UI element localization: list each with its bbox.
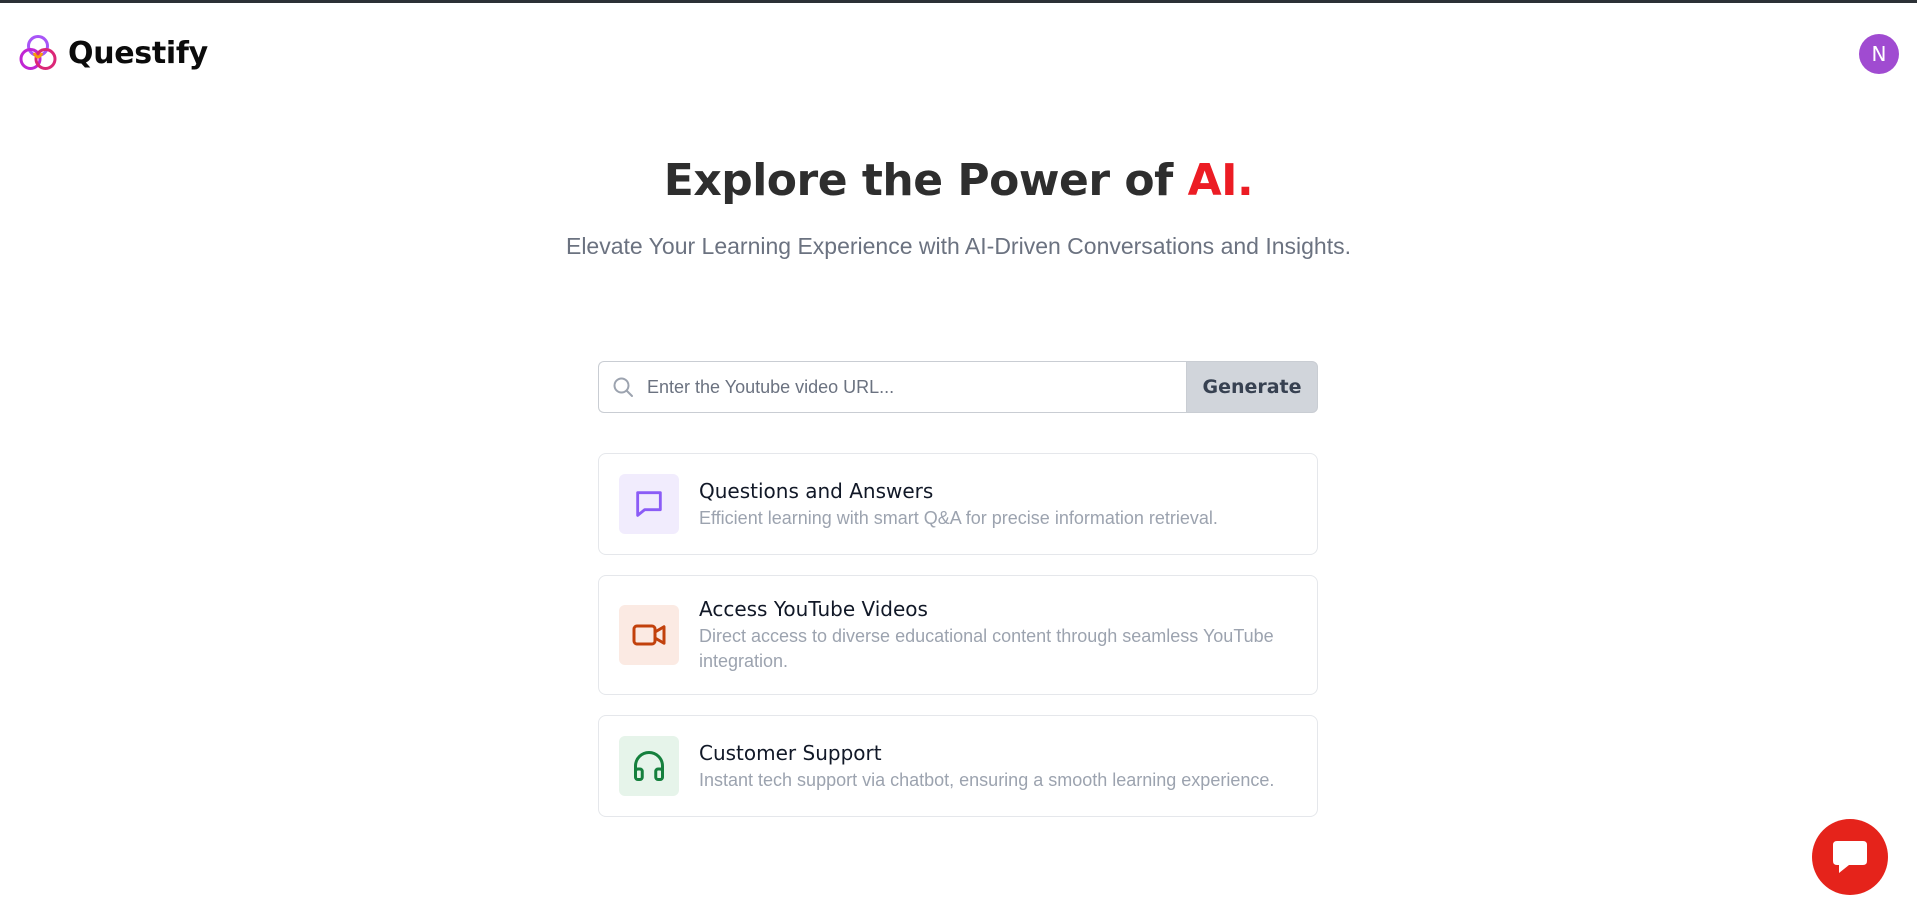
- chat-widget-button[interactable]: [1812, 819, 1888, 895]
- video-url-input[interactable]: [647, 367, 1186, 407]
- navbar: Questify N: [0, 3, 1917, 103]
- headphones-icon: [619, 736, 679, 796]
- feature-list: Questions and Answers Efficient learning…: [598, 453, 1318, 817]
- generate-button[interactable]: Generate: [1186, 361, 1318, 413]
- search-box: [598, 361, 1186, 413]
- feature-text: Customer Support Instant tech support vi…: [699, 740, 1297, 793]
- hero-title-prefix: Explore the Power of: [663, 155, 1188, 206]
- hero-title-accent: AI.: [1187, 155, 1254, 206]
- feature-card-questions-answers: Questions and Answers Efficient learning…: [598, 453, 1318, 555]
- feature-description: Efficient learning with smart Q&A for pr…: [699, 507, 1218, 528]
- feature-card-customer-support: Customer Support Instant tech support vi…: [598, 715, 1318, 817]
- chat-icon: [1833, 841, 1867, 873]
- brand-link[interactable]: Questify: [18, 33, 208, 73]
- feature-title: Access YouTube Videos: [699, 597, 928, 621]
- chat-bubble-icon: [619, 474, 679, 534]
- url-search-form: Generate: [598, 361, 1318, 413]
- feature-text: Access YouTube Videos Direct access to d…: [699, 596, 1297, 674]
- interlocking-rings-logo: [19, 35, 57, 70]
- user-avatar[interactable]: N: [1859, 34, 1899, 74]
- page: Questify N Explore the Power of AI. Elev…: [0, 0, 1917, 912]
- hero-subtitle: Elevate Your Learning Experience with AI…: [565, 233, 1351, 259]
- video-camera-icon: [619, 605, 679, 665]
- feature-description: Direct access to diverse educational con…: [699, 626, 1274, 671]
- brand-name: Questify: [68, 35, 208, 71]
- feature-title: Questions and Answers: [699, 478, 934, 503]
- search-icon: [611, 375, 635, 399]
- feature-text: Questions and Answers Efficient learning…: [699, 478, 1297, 531]
- feature-title: Customer Support: [699, 740, 882, 765]
- feature-card-youtube-videos: Access YouTube Videos Direct access to d…: [598, 575, 1318, 695]
- avatar-initial: N: [1871, 42, 1887, 66]
- hero: Explore the Power of AI. Elevate Your Le…: [0, 151, 1917, 261]
- hero-title: Explore the Power of AI.: [0, 151, 1917, 211]
- feature-description: Instant tech support via chatbot, ensuri…: [699, 769, 1275, 790]
